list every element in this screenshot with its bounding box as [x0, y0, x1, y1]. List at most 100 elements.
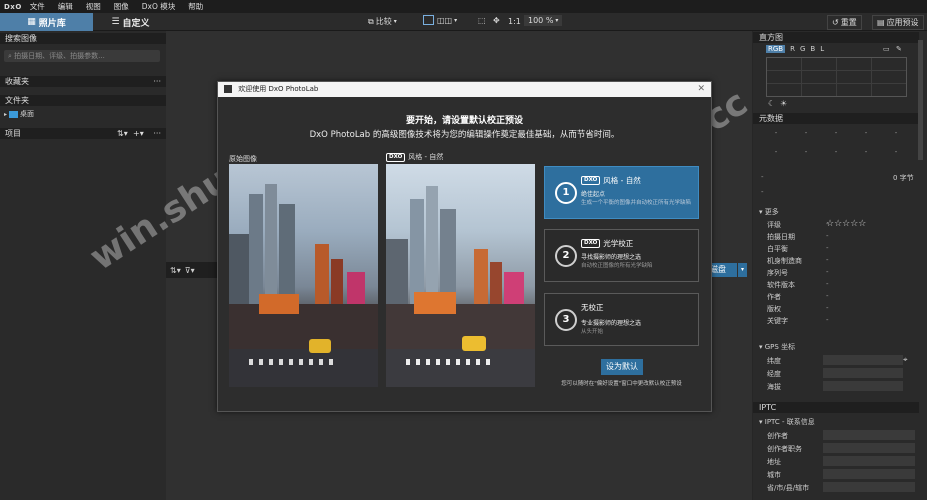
option-card-natural[interactable]: 1 DXO 风格 - 自然 绝佳起点 生成一个平衡的图像并自动校正所有光学缺陷	[544, 166, 699, 219]
dialog-titlebar: 欢迎使用 DxO PhotoLab ✕	[218, 82, 711, 97]
iptc-header[interactable]: IPTC	[753, 402, 919, 413]
preview-image	[386, 164, 535, 387]
tab-photo-library-label: 照片库	[38, 18, 66, 29]
reset-label: 重置	[840, 18, 857, 27]
iptc-field-input[interactable]	[823, 469, 915, 479]
crop-tool-button[interactable]: ⬚	[478, 16, 486, 25]
gps-field-input[interactable]	[823, 355, 903, 365]
compare-label: 比较	[375, 17, 392, 26]
hist-tab-b[interactable]: B	[810, 45, 815, 53]
dialog-title: 欢迎使用 DxO PhotoLab	[238, 85, 319, 93]
iptc-field-input[interactable]	[823, 443, 915, 453]
option-card-optical[interactable]: 2 DXO 光学校正 寻找摄影师的理想之选 自动校正图像的所有光学缺陷	[544, 229, 699, 282]
chevron-down-icon[interactable]: ▾	[738, 263, 747, 277]
menu-help[interactable]: 帮助	[188, 1, 203, 12]
more-icon[interactable]: ···	[153, 76, 161, 87]
histogram-header[interactable]: 直方图	[753, 32, 919, 43]
hist-tab-rgb[interactable]: RGB	[766, 45, 786, 53]
zoom-select[interactable]: 100 % ▾	[524, 15, 563, 26]
location-pin-icon[interactable]: ⌖	[903, 355, 908, 365]
option-title: DXO 光学校正	[581, 238, 633, 249]
moon-icon[interactable]: ☾	[768, 99, 775, 108]
filmstrip-toolbar: ⇅▾ ⊽▾	[166, 262, 218, 278]
option-card-none[interactable]: 3 无校正 专业摄影师的理想之选 从头开始	[544, 293, 699, 346]
sun-icon[interactable]: ☀	[780, 99, 787, 108]
single-view-icon	[423, 15, 434, 25]
menu-dxo-modules[interactable]: DxO 模块	[142, 1, 176, 12]
menu-image[interactable]: 图像	[114, 1, 129, 12]
iptc-contact-toggle[interactable]: ▾ IPTC - 联系信息	[759, 417, 815, 427]
disk-button-partial[interactable]: 磁盘	[710, 263, 737, 277]
iptc-field-label: 创作者	[767, 432, 788, 440]
original-image-label: 原始图像	[229, 155, 257, 163]
folder-tree-item-desktop[interactable]: ▸ 桌面	[4, 109, 34, 119]
more-label: 更多	[764, 208, 779, 216]
option-number: 1	[555, 182, 577, 204]
layout-single-button[interactable]	[423, 15, 434, 25]
option-description: 从头开始	[581, 329, 604, 335]
option-subtitle: 专业摄影师的理想之选	[581, 320, 642, 327]
hist-tab-r[interactable]: R	[790, 45, 795, 53]
chevron-down-icon: ▾	[555, 17, 559, 24]
more-icon[interactable]: ···	[153, 128, 161, 139]
gps-field-input[interactable]	[823, 381, 903, 391]
layout-split-button[interactable]: ◫◫ ▾	[437, 16, 457, 25]
monitor-icon[interactable]: ▭	[883, 45, 890, 53]
reset-button[interactable]: ↺ 重置	[827, 15, 862, 30]
search-placeholder: 拍摄日期、评级、拍摄参数...	[14, 52, 105, 60]
gps-field-label: 纬度	[767, 357, 781, 365]
zoom-1-1-button[interactable]: 1:1	[508, 17, 521, 26]
projects-header[interactable]: 项目 ⇅▾ +▾ ···	[0, 128, 166, 139]
iptc-field-label: 城市	[767, 471, 781, 479]
metadata-field-value: -	[826, 232, 829, 240]
left-panel: 搜索图像 ⌕ 拍摄日期、评级、拍摄参数... 收藏夹 ··· 文件夹 ▸ 桌面 …	[0, 31, 166, 500]
iptc-field-input[interactable]	[823, 430, 915, 440]
gps-field-input[interactable]	[823, 368, 903, 378]
favorites-label: 收藏夹	[5, 77, 29, 86]
expand-arrow-icon: ▸	[4, 110, 8, 118]
option-subtitle: 寻找摄影师的理想之选	[581, 254, 642, 261]
close-icon[interactable]: ✕	[697, 82, 705, 97]
option-title-text: 无校正	[581, 303, 604, 312]
sort-icon[interactable]: ⇅▾	[170, 266, 181, 275]
iptc-contact-label: IPTC - 联系信息	[764, 418, 815, 426]
more-section-toggle[interactable]: ▾ 更多	[759, 207, 779, 217]
iptc-field-input[interactable]	[823, 456, 915, 466]
menu-edit[interactable]: 编辑	[58, 1, 73, 12]
set-default-button[interactable]: 设为默认	[601, 359, 643, 375]
menu-view[interactable]: 视图	[86, 1, 101, 12]
apply-preset-label: 应用预设	[886, 18, 919, 27]
favorites-header[interactable]: 收藏夹 ···	[0, 76, 166, 87]
right-panel-scrollbar[interactable]	[918, 40, 923, 160]
folders-header[interactable]: 文件夹	[0, 95, 166, 106]
menu-file[interactable]: 文件	[30, 1, 45, 12]
filter-icon[interactable]: ⊽▾	[185, 266, 195, 275]
chevron-down-icon: ▾	[393, 18, 397, 25]
metadata-field-label: 版权	[767, 305, 781, 313]
apply-preset-button[interactable]: ▤ 应用预设	[872, 15, 924, 30]
tab-customize[interactable]: ☰ 自定义	[93, 13, 168, 31]
metadata-field-label: 关键字	[767, 317, 788, 325]
zoom-value: 100 %	[528, 16, 554, 25]
menu-bar: DxO 文件 编辑 视图 图像 DxO 模块 帮助	[0, 0, 927, 13]
dxo-badge-icon: DXO	[581, 176, 601, 185]
zoom-1-1-label: 1:1	[508, 17, 521, 26]
metadata-field-value: -	[826, 316, 829, 324]
search-input[interactable]: ⌕ 拍摄日期、评级、拍摄参数...	[4, 50, 160, 62]
projects-label: 项目	[5, 129, 21, 138]
pan-tool-button[interactable]: ✥	[493, 16, 500, 25]
add-project-icon[interactable]: +▾	[133, 128, 144, 139]
metadata-field-label: 机身制造商	[767, 257, 802, 265]
metadata-header[interactable]: 元数据	[753, 113, 919, 124]
iptc-field-input[interactable]	[823, 482, 915, 492]
hist-tab-l[interactable]: L	[820, 45, 824, 53]
compare-button[interactable]: ⧉ 比较 ▾	[368, 16, 397, 27]
sort-icon[interactable]: ⇅▾	[117, 128, 128, 139]
gps-section-toggle[interactable]: ▾ GPS 坐标	[759, 342, 795, 352]
gps-label: GPS 坐标	[764, 343, 796, 351]
rating-stars-icon[interactable]: ☆☆☆☆☆	[826, 219, 866, 229]
option-subtitle: 绝佳起点	[581, 191, 606, 198]
hist-tab-g[interactable]: G	[800, 45, 805, 53]
tab-photo-library[interactable]: ▦ 照片库	[0, 13, 93, 31]
eyedropper-icon[interactable]: ✎	[896, 45, 902, 53]
